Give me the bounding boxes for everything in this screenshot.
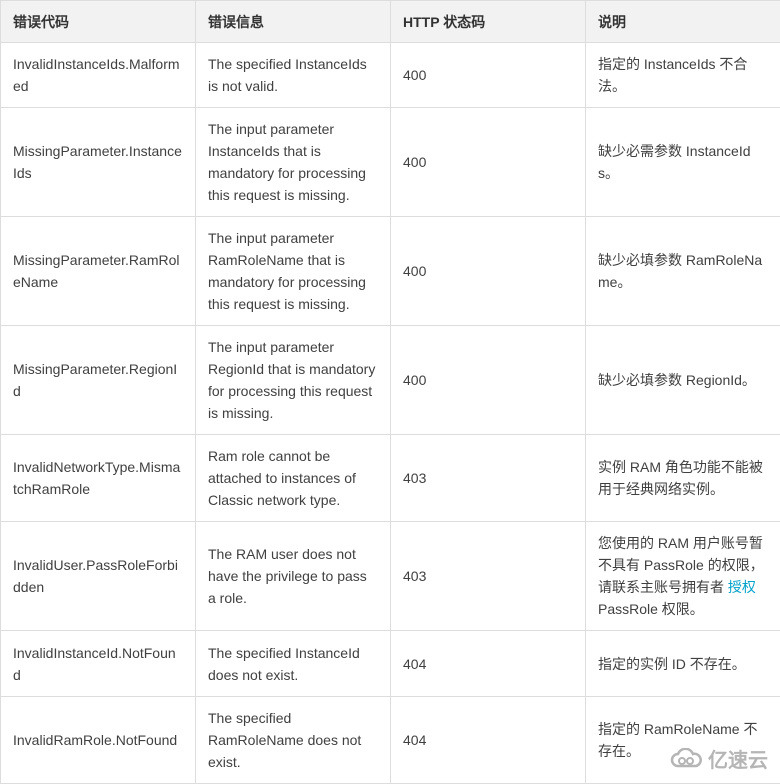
table-header-row: 错误代码 错误信息 HTTP 状态码 说明 [1, 1, 780, 43]
cloud-logo-icon [670, 748, 704, 770]
table-row: InvalidRamRole.NotFound The specified Ra… [1, 697, 780, 784]
http-status-cell: 400 [391, 108, 586, 217]
error-code-cell: InvalidInstanceIds.Malformed [1, 43, 196, 108]
header-error-message: 错误信息 [196, 1, 391, 43]
error-message-cell: The RAM user does not have the privilege… [196, 522, 391, 631]
error-message-cell: The specified RamRoleName does not exist… [196, 697, 391, 784]
error-code-cell: MissingParameter.InstanceIds [1, 108, 196, 217]
http-status-cell: 403 [391, 435, 586, 522]
description-cell: 实例 RAM 角色功能不能被用于经典网络实例。 [586, 435, 780, 522]
description-cell: 缺少必需参数 InstanceIds。 [586, 108, 780, 217]
error-message-cell: The specified InstanceId does not exist. [196, 631, 391, 697]
header-description: 说明 [586, 1, 780, 43]
description-text: PassRole 权限。 [598, 601, 704, 617]
http-status-cell: 404 [391, 631, 586, 697]
table-row: InvalidNetworkType.MismatchRamRole Ram r… [1, 435, 780, 522]
http-status-cell: 403 [391, 522, 586, 631]
header-error-code: 错误代码 [1, 1, 196, 43]
header-http-status: HTTP 状态码 [391, 1, 586, 43]
error-code-cell: InvalidRamRole.NotFound [1, 697, 196, 784]
error-code-cell: InvalidNetworkType.MismatchRamRole [1, 435, 196, 522]
authorize-link[interactable]: 授权 [728, 579, 756, 595]
error-code-cell: MissingParameter.RamRoleName [1, 217, 196, 326]
description-cell: 缺少必填参数 RegionId。 [586, 326, 780, 435]
error-message-cell: The specified InstanceIds is not valid. [196, 43, 391, 108]
error-message-cell: The input parameter InstanceIds that is … [196, 108, 391, 217]
error-code-cell: InvalidInstanceId.NotFound [1, 631, 196, 697]
table-row: MissingParameter.RegionId The input para… [1, 326, 780, 435]
error-code-cell: InvalidUser.PassRoleForbidden [1, 522, 196, 631]
error-message-cell: The input parameter RamRoleName that is … [196, 217, 391, 326]
http-status-cell: 400 [391, 43, 586, 108]
error-message-cell: Ram role cannot be attached to instances… [196, 435, 391, 522]
http-status-cell: 400 [391, 326, 586, 435]
table-row: MissingParameter.InstanceIds The input p… [1, 108, 780, 217]
error-code-table: 错误代码 错误信息 HTTP 状态码 说明 InvalidInstanceIds… [0, 0, 780, 784]
http-status-cell: 404 [391, 697, 586, 784]
table-row: InvalidUser.PassRoleForbidden The RAM us… [1, 522, 780, 631]
description-cell: 您使用的 RAM 用户账号暂不具有 PassRole 的权限，请联系主账号拥有者… [586, 522, 780, 631]
table-row: MissingParameter.RamRoleName The input p… [1, 217, 780, 326]
description-cell: 指定的 InstanceIds 不合法。 [586, 43, 780, 108]
error-message-cell: The input parameter RegionId that is man… [196, 326, 391, 435]
watermark-text: 亿速云 [708, 744, 768, 773]
description-cell: 缺少必填参数 RamRoleName。 [586, 217, 780, 326]
http-status-cell: 400 [391, 217, 586, 326]
table-row: InvalidInstanceIds.Malformed The specifi… [1, 43, 780, 108]
error-code-cell: MissingParameter.RegionId [1, 326, 196, 435]
table-row: InvalidInstanceId.NotFound The specified… [1, 631, 780, 697]
watermark: 亿速云 [670, 744, 768, 773]
description-cell: 指定的实例 ID 不存在。 [586, 631, 780, 697]
